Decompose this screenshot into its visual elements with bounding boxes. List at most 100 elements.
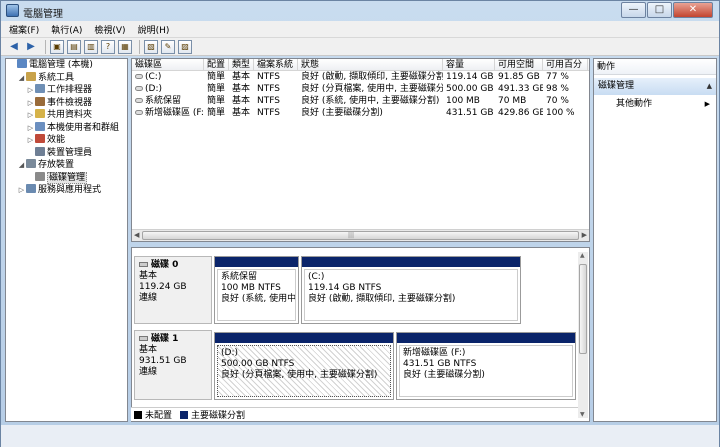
table-row[interactable]: (C:) 簡單 基本 NTFS 良好 (啟動, 擷取傾印, 主要磁碟分割) 119.14 … — [132, 71, 589, 83]
column-header[interactable]: 可用空間 — [495, 59, 543, 70]
table-cell: 100 % — [546, 108, 575, 118]
scroll-up-icon[interactable]: ▲ — [580, 252, 585, 259]
table-row[interactable]: (D:) 簡單 基本 NTFS 良好 (分頁檔案, 使用中, 主要磁碟分割) 500.00… — [132, 83, 589, 95]
expander-icon[interactable]: ◢ — [17, 159, 26, 172]
expander-icon[interactable]: ▷ — [26, 109, 35, 122]
tree-item[interactable]: ▷ 本機使用者和群組 — [6, 121, 127, 135]
tree-item-label: 裝置管理員 — [47, 147, 93, 158]
vertical-scrollbar[interactable]: ▲ ▼ — [578, 252, 588, 418]
tree-item-label: 存放裝置 — [38, 160, 75, 170]
partition-title: 新增磁碟區 (F:) — [403, 348, 466, 358]
tree-item[interactable]: ▷ 效能 — [6, 134, 127, 147]
toolbar: ◀ ▶ ▣ ▤ ▥ ? ▦ ▧ ✎ ▨ — [1, 38, 719, 56]
computer-management-window: 電腦管理 — □ ✕ 檔案(F) 執行(A) 檢視(V) 說明(H) ◀ ▶ ▣… — [0, 0, 720, 447]
up-folder-icon[interactable]: ▣ — [50, 39, 64, 54]
table-cell: 100 MB — [446, 96, 480, 106]
table-cell: 基本 — [232, 108, 251, 118]
back-arrow-icon[interactable]: ◀ — [7, 40, 21, 54]
table-cell: 系統保留 — [132, 95, 204, 107]
scrollbar-thumb[interactable] — [142, 231, 579, 240]
tree-item-label: 服務與應用程式 — [38, 185, 102, 195]
partition-d[interactable]: (D:) 500.00 GB NTFS 良好 (分頁檔案, 使用中, 主要磁碟分… — [214, 332, 394, 400]
computer-icon — [17, 59, 27, 68]
actions-pane: 動作 磁碟管理 ▲ 其他動作 ▶ — [593, 58, 717, 422]
more-actions-item[interactable]: 其他動作 ▶ — [594, 97, 716, 111]
table-cell: (C:) — [132, 71, 204, 83]
tree-item-label: 事件檢視器 — [47, 97, 93, 108]
primary-partition-band — [215, 257, 298, 267]
partition-legend: 未配置 主要磁碟分割 — [131, 407, 578, 421]
properties-icon[interactable]: ▥ — [84, 39, 98, 54]
tree-item[interactable]: ▷ 共用資料夾 — [6, 109, 127, 122]
tree-item[interactable]: ◢ 系統工具 — [6, 71, 127, 85]
column-header[interactable]: 類型 — [229, 59, 254, 70]
partition-c[interactable]: (C:) 119.14 GB NTFS 良好 (啟動, 擷取傾印, 主要磁碟分割… — [301, 256, 521, 324]
unallocated-swatch — [134, 410, 142, 419]
volume-list: 磁碟區 配置 類型 檔案系統 狀態 容量 可用空間 可用百分 (C:) 簡單 基本 NTFS 良好 (… — [131, 58, 590, 242]
menu-action[interactable]: 執行(A) — [51, 23, 82, 36]
tree-item[interactable]: 電腦管理 (本機) — [6, 59, 127, 72]
actions-section-disk-management[interactable]: 磁碟管理 ▲ — [594, 78, 716, 95]
expander-icon[interactable]: ▷ — [26, 84, 35, 97]
close-button[interactable]: ✕ — [673, 2, 713, 18]
check-icon[interactable]: ▧ — [144, 39, 158, 54]
scrollbar-thumb[interactable] — [579, 264, 587, 354]
show-tree-icon[interactable]: ▤ — [67, 39, 81, 54]
disk-0-info[interactable]: 磁碟 0 基本 119.24 GB 連線 — [134, 256, 212, 324]
scroll-left-icon[interactable]: ◀ — [134, 231, 139, 239]
title-bar[interactable]: 電腦管理 — □ ✕ — [1, 1, 719, 21]
table-cell: NTFS — [257, 108, 280, 118]
menu-file[interactable]: 檔案(F) — [9, 23, 39, 36]
disk-1-info[interactable]: 磁碟 1 基本 931.51 GB 連線 — [134, 330, 212, 400]
column-header[interactable]: 狀態 — [298, 59, 443, 70]
expander-icon[interactable]: ▷ — [26, 97, 35, 110]
disk-properties-icon[interactable]: ▨ — [178, 39, 192, 54]
table-cell: 70 % — [546, 96, 569, 106]
partition-size: 100 MB NTFS — [221, 283, 281, 293]
scroll-right-icon[interactable]: ▶ — [582, 231, 587, 239]
expander-icon[interactable]: ◢ — [17, 72, 26, 85]
shared-folder-icon — [35, 109, 45, 118]
table-cell: 491.33 GB — [498, 84, 543, 94]
edit-icon[interactable]: ✎ — [161, 39, 175, 54]
column-header[interactable]: 配置 — [204, 59, 229, 70]
partition-system-reserved[interactable]: 系統保留 100 MB NTFS 良好 (系統, 使用中, — [214, 256, 299, 324]
partition-status: 良好 (啟動, 擷取傾印, 主要磁碟分割) — [308, 294, 456, 304]
disk-type: 基本 — [139, 271, 158, 281]
expander-icon[interactable]: ▷ — [26, 134, 35, 147]
minimize-button[interactable]: — — [621, 2, 646, 18]
table-cell: 良好 (啟動, 擷取傾印, 主要磁碟分割) — [301, 72, 443, 82]
forward-arrow-icon[interactable]: ▶ — [24, 40, 38, 54]
table-row[interactable]: 新增磁碟區 (F:) 簡單 基本 NTFS 良好 (主要磁碟分割) 431.51 GB 42… — [132, 107, 589, 119]
status-bar — [1, 425, 719, 447]
column-header[interactable]: 磁碟區 — [132, 59, 204, 70]
scroll-down-icon[interactable]: ▼ — [580, 411, 585, 418]
column-header[interactable]: 可用百分 — [543, 59, 588, 70]
actions-title: 動作 — [594, 59, 716, 75]
menu-view[interactable]: 檢視(V) — [94, 23, 125, 36]
expander-icon[interactable]: ▷ — [26, 122, 35, 135]
show-action-pane-icon[interactable]: ▦ — [118, 39, 132, 54]
tree-item[interactable]: 裝置管理員 — [6, 146, 127, 160]
column-header[interactable]: 檔案系統 — [254, 59, 298, 70]
tree-item[interactable]: ▷ 服務與應用程式 — [6, 184, 127, 197]
table-cell: 77 % — [546, 72, 569, 82]
collapse-icon[interactable]: ▲ — [707, 78, 712, 95]
volume-name: (D:) — [145, 84, 162, 94]
menu-help[interactable]: 說明(H) — [138, 23, 170, 36]
help-icon[interactable]: ? — [101, 39, 115, 54]
partition-f[interactable]: 新增磁碟區 (F:) 431.51 GB NTFS 良好 (主要磁碟分割) — [396, 332, 576, 400]
tree-item-label: 磁碟管理 — [47, 171, 88, 184]
table-row[interactable]: 系統保留 簡單 基本 NTFS 良好 (系統, 使用中, 主要磁碟分割) 100 MB 70… — [132, 95, 589, 107]
tree-item[interactable]: ◢ 存放裝置 — [6, 159, 127, 172]
disk-icon — [139, 336, 148, 341]
tree-item[interactable]: 磁碟管理 — [6, 171, 127, 185]
horizontal-scrollbar[interactable]: ◀ ||| ▶ — [132, 229, 589, 241]
section-label: 磁碟管理 — [598, 81, 635, 91]
expander-icon[interactable]: ▷ — [17, 184, 26, 197]
maximize-button[interactable]: □ — [647, 2, 672, 18]
column-header[interactable]: 容量 — [443, 59, 495, 70]
tree-item[interactable]: ▷ 事件檢視器 — [6, 96, 127, 110]
table-cell: 基本 — [232, 84, 251, 94]
tree-item[interactable]: ▷ 工作排程器 — [6, 84, 127, 97]
